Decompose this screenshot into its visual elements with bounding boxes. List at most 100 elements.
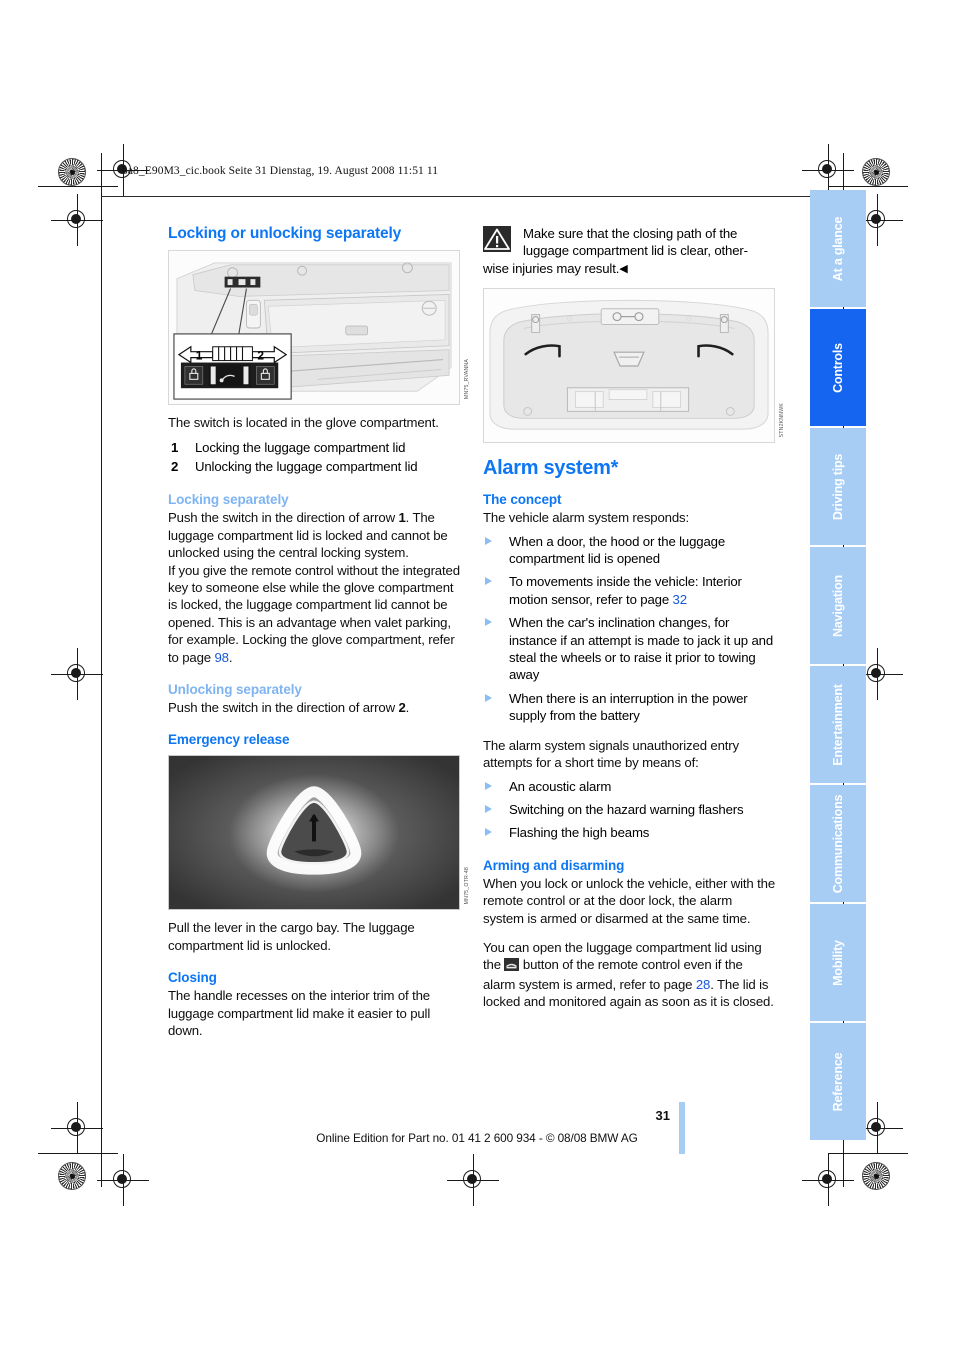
unlocking-p-c: . (405, 700, 410, 716)
page-reference-32[interactable]: 32 (673, 592, 688, 607)
warning-line-2: luggage compartment lid is clear, other- (523, 243, 748, 259)
emergency-release-photo (168, 755, 460, 911)
warning-line-3: wise injuries may result. (483, 260, 620, 276)
heading-closing: Closing (168, 970, 217, 986)
text-switch-location: The switch is located in the glove compa… (168, 415, 439, 430)
triangle-bullet-icon (485, 693, 492, 702)
text-arming-2: You can open the luggage compartment lid… (483, 939, 775, 1011)
tab-at-a-glance[interactable]: At a glance (810, 190, 866, 307)
list-item: To movements inside the vehicle: Interio… (483, 573, 775, 608)
warning-triangle-icon (483, 226, 511, 252)
tab-driving-tips[interactable]: Driving tips (810, 428, 866, 545)
signals-bullet-list: An acoustic alarm Switching on the hazar… (483, 778, 775, 842)
list-item: When a door, the hood or the luggage com… (483, 533, 775, 568)
text-arming-1: When you lock or unlock the vehicle, eit… (483, 875, 776, 926)
registration-mark-top-right (802, 144, 854, 196)
list-item: When the car's inclination changes, for … (483, 614, 775, 684)
bullet-text: Switching on the hazard warning flashers (509, 801, 744, 817)
svg-text:1: 1 (196, 349, 203, 363)
rosette-mark-bottom-right (862, 1162, 890, 1190)
registration-mark-bottom-right (802, 1154, 854, 1206)
text-locking-separately-2: If you give the remote control without t… (168, 562, 460, 666)
tab-label: Navigation (831, 574, 845, 637)
tab-mobility[interactable]: Mobility (810, 904, 866, 1021)
warning-end-mark: ◀ (619, 262, 628, 275)
registration-mark-left-mid (51, 648, 103, 700)
triangle-bullet-icon (485, 781, 492, 790)
rosette-mark-bottom-left (58, 1162, 86, 1190)
page-reference-28[interactable]: 28 (696, 977, 711, 992)
text-signals-intro: The alarm system signals unauthorized en… (483, 737, 739, 771)
tab-label: Entertainment (831, 683, 845, 766)
tab-label: Reference (831, 1052, 845, 1111)
triangle-bullet-icon (485, 618, 492, 627)
locking-p2-a: If you give the remote control without t… (168, 562, 460, 665)
registration-mark-bottom-center (447, 1154, 499, 1206)
bullet-text: To movements inside the vehicle: Interio… (509, 574, 742, 607)
list-item: An acoustic alarm (483, 778, 775, 795)
tab-label: At a glance (831, 216, 845, 281)
legend-label-2: Unlocking the luggage compartment lid (195, 459, 418, 475)
tab-navigation[interactable]: Navigation (810, 547, 866, 664)
trim-line-bottom (38, 1153, 118, 1154)
heading-locking-or-unlocking-separately: Locking or unlocking separately (168, 225, 402, 242)
luggage-lid-illustration (483, 288, 775, 444)
figure-caption-glove-compartment: MN75_RVANNA (464, 358, 470, 399)
page-number: 31 (655, 1108, 670, 1123)
file-stamp: ba8_E90M3_cic.book Seite 31 Dienstag, 19… (122, 165, 439, 177)
tab-label: Controls (831, 342, 845, 393)
tab-label: Communications (831, 794, 845, 893)
online-edition-notice: Online Edition for Part no. 01 41 2 600 … (316, 1131, 638, 1145)
tab-label: Mobility (831, 939, 845, 986)
legend-number-2: 2 (171, 459, 179, 475)
unlocking-p-a: Push the switch in the direction of arro… (168, 700, 399, 716)
heading-emergency-release: Emergency release (168, 732, 290, 748)
bullet-text: When the car's inclination changes, for … (509, 615, 774, 683)
figure-luggage-compartment-lid: STN2KNNWK (483, 288, 785, 444)
header-rule (101, 196, 843, 197)
tab-reference[interactable]: Reference (810, 1023, 866, 1140)
triangle-bullet-icon (485, 536, 492, 545)
rosette-mark-top-right (862, 158, 890, 186)
tab-communications[interactable]: Communications (810, 785, 866, 902)
legend-item-2: 2 Unlocking the luggage compartment lid (168, 457, 460, 476)
bullet-text: An acoustic alarm (509, 778, 612, 794)
bullet-text: When a door, the hood or the luggage com… (509, 533, 726, 567)
list-item: Flashing the high beams (483, 824, 775, 841)
heading-locking-separately: Locking separately (168, 492, 289, 508)
warning-block: Make sure that the closing path of the l… (483, 225, 775, 278)
heading-unlocking-separately: Unlocking separately (168, 682, 302, 698)
svg-text:2: 2 (257, 349, 264, 363)
legend-list: 1 Locking the luggage compartment lid 2 … (168, 438, 460, 476)
heading-the-concept: The concept (483, 492, 562, 508)
text-concept-intro: The vehicle alarm system responds: (483, 510, 689, 526)
trim-line-top (38, 186, 118, 187)
locking-p2-end: . (228, 649, 233, 665)
tab-controls[interactable]: Controls (810, 309, 866, 426)
list-item: When there is an interruption in the pow… (483, 690, 775, 725)
tab-label: Driving tips (831, 453, 845, 520)
glove-compartment-illustration: 1 2 (168, 250, 460, 405)
rosette-mark-top-left (58, 158, 86, 186)
legend-item-1: 1 Locking the luggage compartment lid (168, 438, 460, 457)
warning-text: Make sure that the closing path of the l… (483, 225, 775, 278)
list-item: Switching on the hazard warning flashers (483, 801, 775, 818)
tab-entertainment[interactable]: Entertainment (810, 666, 866, 783)
registration-mark-bottom-left (97, 1154, 149, 1206)
text-emergency-release: Pull the lever in the cargo bay. The lug… (168, 920, 415, 953)
warning-line-1: Make sure that the closing path of the (523, 226, 738, 241)
triangle-bullet-icon (485, 577, 492, 586)
triangle-bullet-icon (485, 804, 492, 813)
footer-accent-bar (679, 1102, 685, 1154)
manual-page: ba8_E90M3_cic.book Seite 31 Dienstag, 19… (0, 0, 954, 1350)
left-column: Locking or unlocking separately 1 2 MN75… (168, 225, 470, 1040)
page-reference-98[interactable]: 98 (214, 650, 229, 665)
chapter-tab-rail: At a glance Controls Driving tips Naviga… (810, 190, 866, 1142)
trim-line-left (101, 153, 102, 1187)
unlocking-p-arrow: 2 (398, 700, 406, 716)
right-column: Make sure that the closing path of the l… (483, 225, 785, 1011)
triangle-bullet-icon (485, 828, 492, 837)
registration-mark-left (51, 194, 103, 246)
locking-p1-a: Push the switch in the direction of arro… (168, 510, 399, 526)
bullet-text: Flashing the high beams (509, 825, 650, 841)
